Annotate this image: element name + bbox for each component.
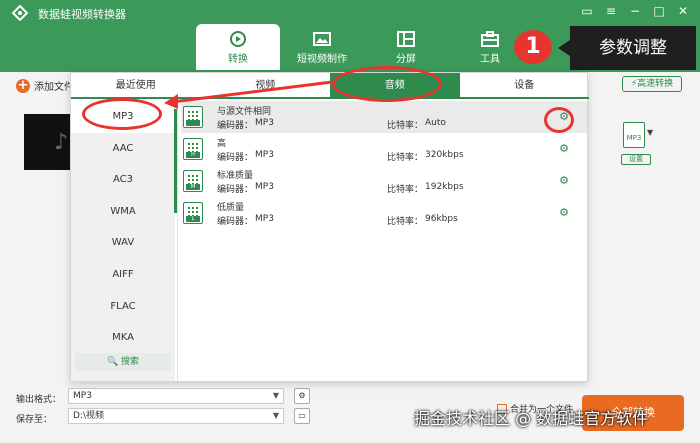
step-number-badge: 1 (514, 30, 552, 64)
format-search-label: 搜索 (121, 357, 140, 367)
preset-encoder-value: MP3 (255, 214, 274, 224)
preset-bitrate-value: 192kbps (425, 182, 464, 192)
app-title: 数据蛙视频转换器 (38, 8, 126, 21)
main-nav: 转换 短视频制作 分屏 工具 (196, 24, 532, 70)
format-item-mka[interactable]: MKA (71, 322, 175, 354)
format-item-ac3[interactable]: AC3 (71, 164, 175, 196)
preset-title: 低质量 (217, 203, 245, 213)
preset-bitrate-label: 比特率： (387, 121, 424, 131)
preset-tag: M (186, 184, 200, 190)
preset-bitrate-label: 比特率： (387, 153, 424, 163)
gear-icon[interactable]: ⚙ (558, 207, 570, 219)
chevron-down-icon: ▼ (272, 411, 279, 420)
save-to-label: 保存至： (16, 415, 53, 425)
preset-bitrate-value: 96kbps (425, 214, 458, 224)
app-logo-icon (12, 5, 28, 21)
preset-quality-icon: L (183, 202, 203, 224)
format-item-flac[interactable]: FLAC (71, 291, 175, 323)
format-item-aiff[interactable]: AIFF (71, 259, 175, 291)
preset-bitrate-value: Auto (425, 118, 446, 128)
format-search-button[interactable]: 🔍 搜索 (75, 353, 171, 371)
add-file-label: 添加文件 (34, 82, 74, 93)
highlight-ring-audio-tab (332, 66, 442, 102)
preset-encoder-label: 编码器： (217, 185, 254, 195)
preset-encoder-label: 编码器： (217, 121, 254, 131)
add-file-button[interactable]: + 添加文件 (16, 78, 74, 93)
watermark: 掘金技术社区 @ 数据蛙官方软件 (414, 409, 649, 428)
highlight-ring-gear (544, 107, 574, 133)
nav-convert-label: 转换 (228, 54, 248, 65)
nav-convert[interactable]: 转换 (196, 24, 280, 70)
preset-title: 标准质量 (217, 171, 254, 181)
fast-convert-button[interactable]: ⚡高速转换 (622, 76, 682, 92)
output-format-icon-label: MP3 (626, 134, 642, 142)
folder-icon[interactable]: ▭ (294, 408, 310, 424)
toolbox-icon (481, 31, 499, 47)
preset-tag: L (186, 216, 200, 222)
annotation-arrow-icon (164, 80, 333, 109)
nav-short-video-label: 短视频制作 (297, 54, 347, 65)
title-bar: 数据蛙视频转换器 ▭ ≡ − □ ✕ 转换 短视频制作 分屏 工具 1 参数调整 (0, 0, 700, 72)
preset-item[interactable]: L 低质量 编码器： MP3 比特率： 96kbps ⚙ (181, 197, 587, 229)
short-video-icon (313, 32, 331, 46)
chevron-down-icon[interactable]: ▼ (647, 128, 653, 137)
window-controls: ▭ ≡ − □ ✕ (578, 3, 692, 19)
video-thumbnail[interactable]: ♪ (24, 114, 72, 170)
divider (177, 101, 178, 381)
convert-icon (230, 31, 246, 47)
preset-bitrate-label: 比特率： (387, 185, 424, 195)
output-format-value: MP3 (73, 391, 92, 401)
output-format-select[interactable]: MP3 ▼ (68, 388, 284, 404)
preset-encoder-value: MP3 (255, 150, 274, 160)
gear-icon[interactable]: ⚙ (558, 143, 570, 155)
gear-icon[interactable]: ⚙ (558, 175, 570, 187)
highlight-ring-mp3 (82, 98, 162, 130)
output-format-icon[interactable]: MP3 (623, 122, 645, 148)
preset-item[interactable]: M 标准质量 编码器： MP3 比特率： 192kbps ⚙ (181, 165, 587, 197)
nav-short-video[interactable]: 短视频制作 (280, 24, 364, 70)
minimize-icon[interactable]: − (626, 3, 644, 19)
chevron-down-icon: ▼ (272, 391, 279, 400)
music-note-icon: ♪ (54, 130, 69, 155)
preset-title: 高 (217, 139, 227, 149)
output-format-label: 输出格式： (16, 395, 62, 405)
preset-encoder-label: 编码器： (217, 153, 254, 163)
format-settings-icon[interactable]: ⚙ (294, 388, 310, 404)
preset-tag: H (186, 152, 200, 158)
preset-encoder-value: MP3 (255, 182, 274, 192)
preset-quality-icon: M (183, 170, 203, 192)
search-icon: 🔍 (106, 357, 119, 367)
tab-device[interactable]: 设备 (460, 73, 590, 97)
preset-item[interactable]: H 高 编码器： MP3 比特率： 320kbps ⚙ (181, 133, 587, 165)
callout-label: 参数调整 (558, 26, 696, 70)
fast-convert-label: 高速转换 (637, 79, 674, 89)
nav-tools-label: 工具 (480, 54, 500, 65)
preset-bitrate-value: 320kbps (425, 150, 464, 160)
save-to-select[interactable]: D:\视频 ▼ (68, 408, 284, 424)
preset-encoder-label: 编码器： (217, 217, 254, 227)
menu-icon[interactable]: ≡ (602, 3, 620, 19)
format-item-aac[interactable]: AAC (71, 133, 175, 165)
nav-split-screen[interactable]: 分屏 (364, 24, 448, 70)
preset-bitrate-label: 比特率： (387, 217, 424, 227)
split-screen-icon (397, 31, 415, 47)
format-item-wma[interactable]: WMA (71, 196, 175, 228)
close-icon[interactable]: ✕ (674, 3, 692, 19)
preset-quality-icon: H (183, 138, 203, 160)
save-to-value: D:\视频 (73, 411, 104, 421)
file-settings-button[interactable]: 设置 (621, 154, 651, 165)
preset-list: 与源文件相同 编码器： MP3 比特率： Auto ⚙ H 高 编码器： MP3… (181, 101, 587, 229)
preset-encoder-value: MP3 (255, 118, 274, 128)
feedback-icon[interactable]: ▭ (578, 3, 596, 19)
format-list: MP3 AAC AC3 WMA WAV AIFF FLAC MKA 🔍 搜索 (71, 101, 175, 381)
nav-split-screen-label: 分屏 (396, 54, 416, 65)
plus-icon: + (16, 77, 30, 93)
maximize-icon[interactable]: □ (650, 3, 668, 19)
preset-tag (186, 120, 200, 126)
format-item-wav[interactable]: WAV (71, 227, 175, 259)
